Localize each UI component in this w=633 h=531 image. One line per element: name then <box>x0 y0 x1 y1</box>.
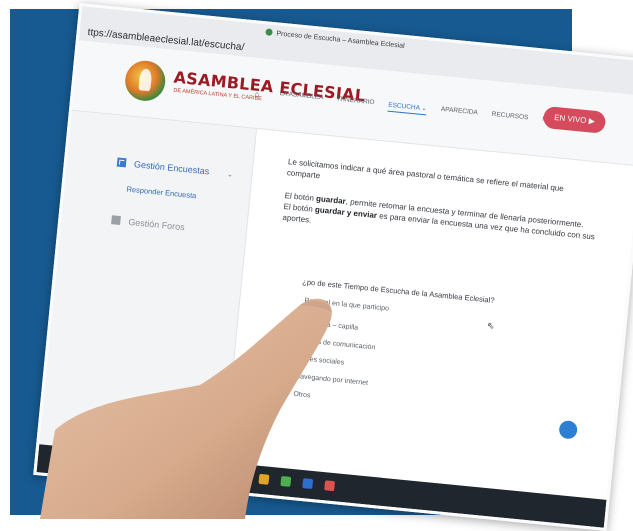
sidebar-item-gestion-foros[interactable]: Gestión Foros <box>111 215 185 232</box>
mouse-cursor-icon: ⇖ <box>486 320 495 332</box>
subheading: Pastoral en la que participo <box>304 297 390 313</box>
chevron-down-icon: ⌄ <box>226 171 234 179</box>
option-medios[interactable]: Medios de comunicación <box>282 333 376 352</box>
option-internet[interactable]: Navegando por internet <box>278 369 369 387</box>
grid-icon <box>116 157 127 168</box>
app-icon[interactable] <box>324 480 336 492</box>
nav-aparecida[interactable]: APARECIDA <box>440 106 478 121</box>
sidebar-item-gestion-encuestas[interactable]: Gestión Encuestas ⌄ <box>116 157 234 179</box>
logo-icon[interactable] <box>123 58 177 104</box>
main-nav: LA ASAMBLEA ITINERARIO ESCUCHA ⌄ APARECI… <box>279 90 573 130</box>
app-icon[interactable] <box>280 475 292 487</box>
scroll-top-button[interactable] <box>558 419 579 440</box>
radio-button[interactable] <box>277 387 286 396</box>
option-redes[interactable]: Redes sociales <box>280 351 345 367</box>
app-icon[interactable] <box>236 471 248 483</box>
instruction-line: Le solicitamos indicar a qué área pastor… <box>287 157 565 194</box>
sidebar-item-responder-encuesta[interactable]: Responder Encuesta <box>126 185 197 201</box>
instruction-line: comparte <box>286 168 321 181</box>
option-parroquia[interactable]: Parroquia – capilla <box>284 315 359 332</box>
app-icon[interactable] <box>302 478 314 490</box>
radio-button[interactable] <box>284 315 293 325</box>
grid-icon <box>111 215 121 226</box>
site-icon <box>265 28 273 36</box>
home-icon[interactable]: ⌂ <box>254 90 263 99</box>
photo-of-screen: Proceso de Escucha – Asamblea Eclesial t… <box>33 3 633 531</box>
nav-itinerario[interactable]: ITINERARIO <box>337 96 375 111</box>
sidebar: Gestión Encuestas ⌄ Responder Encuesta Ge… <box>36 110 258 491</box>
option-otros[interactable]: Otros <box>277 387 311 399</box>
radio-button[interactable] <box>280 351 290 361</box>
nav-escucha[interactable]: ESCUCHA ⌄ <box>387 100 428 116</box>
nav-recursos[interactable]: RECURSOS <box>491 111 528 126</box>
folder-icon[interactable] <box>258 473 270 485</box>
radio-button[interactable] <box>278 369 288 379</box>
radio-button[interactable] <box>282 333 292 343</box>
instruction-line: aportes. <box>282 212 312 225</box>
live-button[interactable]: EN VIVO ▶ <box>542 105 607 134</box>
